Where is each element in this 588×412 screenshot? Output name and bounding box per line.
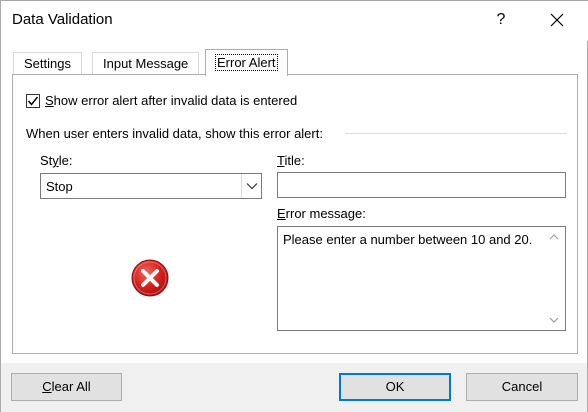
checkmark-icon <box>27 96 39 106</box>
error-message-scrollbar[interactable] <box>543 227 565 330</box>
cancel-button[interactable]: Cancel <box>466 373 578 401</box>
title-input[interactable] <box>277 172 566 198</box>
error-alert-panel: Show error alert after invalid data is e… <box>12 74 578 354</box>
style-dropdown-value: Stop <box>46 179 73 194</box>
data-validation-dialog: Data Validation ? Settings Input Message… <box>0 0 588 412</box>
style-dropdown[interactable]: Stop <box>40 173 262 199</box>
show-error-alert-row[interactable]: Show error alert after invalid data is e… <box>26 93 297 108</box>
scroll-down-button[interactable] <box>543 310 565 330</box>
close-button[interactable] <box>539 5 575 35</box>
chevron-down-icon <box>246 183 257 190</box>
tab-error-alert-label: Error Alert <box>215 54 278 71</box>
tab-settings-label: Settings <box>24 56 71 71</box>
error-message-label: Error message: <box>277 206 366 221</box>
error-stop-icon <box>131 259 169 297</box>
tab-error-alert[interactable]: Error Alert <box>205 49 288 76</box>
dialog-title: Data Validation <box>12 11 113 28</box>
ok-button[interactable]: OK <box>339 373 451 401</box>
help-button[interactable]: ? <box>483 5 519 35</box>
style-label: Style: <box>40 153 73 168</box>
chevron-up-icon <box>549 234 559 240</box>
tab-input-message-label: Input Message <box>103 56 189 71</box>
style-dropdown-button[interactable] <box>241 174 261 198</box>
title-bar: Data Validation ? <box>1 1 588 41</box>
show-error-alert-checkbox[interactable] <box>26 93 40 108</box>
show-error-alert-label: Show error alert after invalid data is e… <box>45 93 298 108</box>
scroll-up-button[interactable] <box>543 227 565 247</box>
group-label: When user enters invalid data, show this… <box>26 126 323 141</box>
title-label: Title: <box>277 153 305 168</box>
error-message-textarea[interactable]: Please enter a number between 10 and 20. <box>277 226 566 331</box>
tab-input-message[interactable]: Input Message <box>92 52 200 75</box>
group-divider <box>345 133 567 134</box>
chevron-down-icon <box>549 317 559 323</box>
close-icon <box>550 13 564 27</box>
error-message-text: Please enter a number between 10 and 20. <box>283 232 533 247</box>
dialog-footer: Clear All OK Cancel <box>1 363 587 412</box>
clear-all-button[interactable]: Clear All <box>11 373 122 401</box>
tab-settings[interactable]: Settings <box>13 52 82 75</box>
